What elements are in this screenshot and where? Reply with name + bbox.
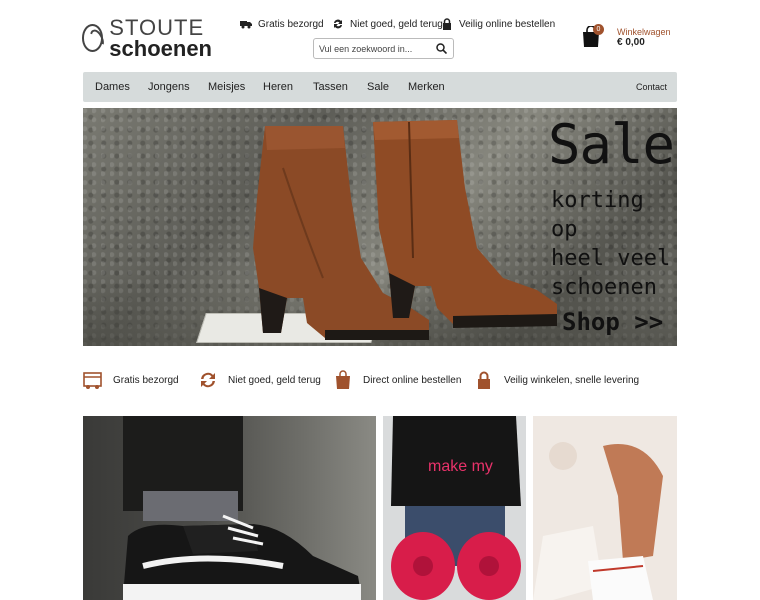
hero-subtitle: korting op heel veel schoenen: [551, 188, 671, 300]
nav-item-dames[interactable]: Dames: [95, 72, 130, 102]
shopping-bag-icon: [336, 370, 350, 389]
cart-amount: € 0,00: [617, 37, 645, 48]
truck-icon: [240, 21, 252, 29]
cart-count-badge: 0: [593, 24, 604, 35]
logo[interactable]: STOUTE schoenen: [82, 16, 212, 61]
nav-item-merken[interactable]: Merken: [408, 72, 445, 102]
usp-free-delivery: Gratis bezorgd: [83, 370, 179, 390]
nav-item-meisjes[interactable]: Meisjes: [208, 72, 245, 102]
kids-shirt-photo: make my: [383, 416, 526, 600]
right-boot-image: [373, 120, 557, 328]
logo-mark-icon: [82, 24, 104, 52]
nav-item-sale[interactable]: Sale: [367, 72, 389, 102]
sneaker-photo: [123, 416, 361, 600]
usp-direct-order: Direct online bestellen: [333, 370, 461, 390]
search-icon[interactable]: [436, 43, 447, 54]
category-tile-kids[interactable]: make my: [383, 416, 526, 600]
cart-label: Winkelwagen: [617, 27, 671, 37]
category-tile-sneakers[interactable]: [83, 416, 376, 600]
hero-banner[interactable]: Sale korting op heel veel schoenen Shop …: [83, 108, 677, 346]
kids-sneaker-photo: [533, 416, 677, 600]
cart-button[interactable]: 0 Winkelwagen € 0,00: [582, 24, 682, 50]
search-bar: [313, 38, 454, 59]
header-usp-money-back: Niet goed, geld terug: [332, 16, 443, 32]
search-input[interactable]: [314, 39, 429, 59]
nav-item-contact[interactable]: Contact: [636, 72, 667, 102]
lock-icon: [443, 18, 451, 30]
refresh-arrows-icon: [201, 372, 215, 388]
delivery-box-icon: [83, 372, 102, 389]
hero-shop-link[interactable]: Shop >>: [562, 308, 663, 336]
usp-money-back: Niet goed, geld terug: [198, 370, 321, 390]
logo-text-bottom: schoenen: [109, 35, 212, 61]
nav-item-heren[interactable]: Heren: [263, 72, 293, 102]
category-tile-kids-sneakers[interactable]: [533, 416, 677, 600]
main-navigation: Dames Jongens Meisjes Heren Tassen Sale …: [83, 72, 677, 102]
header-usp-free-delivery: Gratis bezorgd: [240, 16, 324, 32]
header-usp-secure-order: Veilig online bestellen: [441, 16, 555, 32]
shirt-print-text: make my: [428, 458, 493, 475]
refresh-icon: [334, 19, 342, 29]
nav-item-tassen[interactable]: Tassen: [313, 72, 348, 102]
padlock-icon: [478, 371, 490, 389]
usp-secure-shopping: Veilig winkelen, snelle levering: [474, 370, 639, 390]
hero-title: Sale: [548, 113, 675, 176]
nav-item-jongens[interactable]: Jongens: [148, 72, 190, 102]
